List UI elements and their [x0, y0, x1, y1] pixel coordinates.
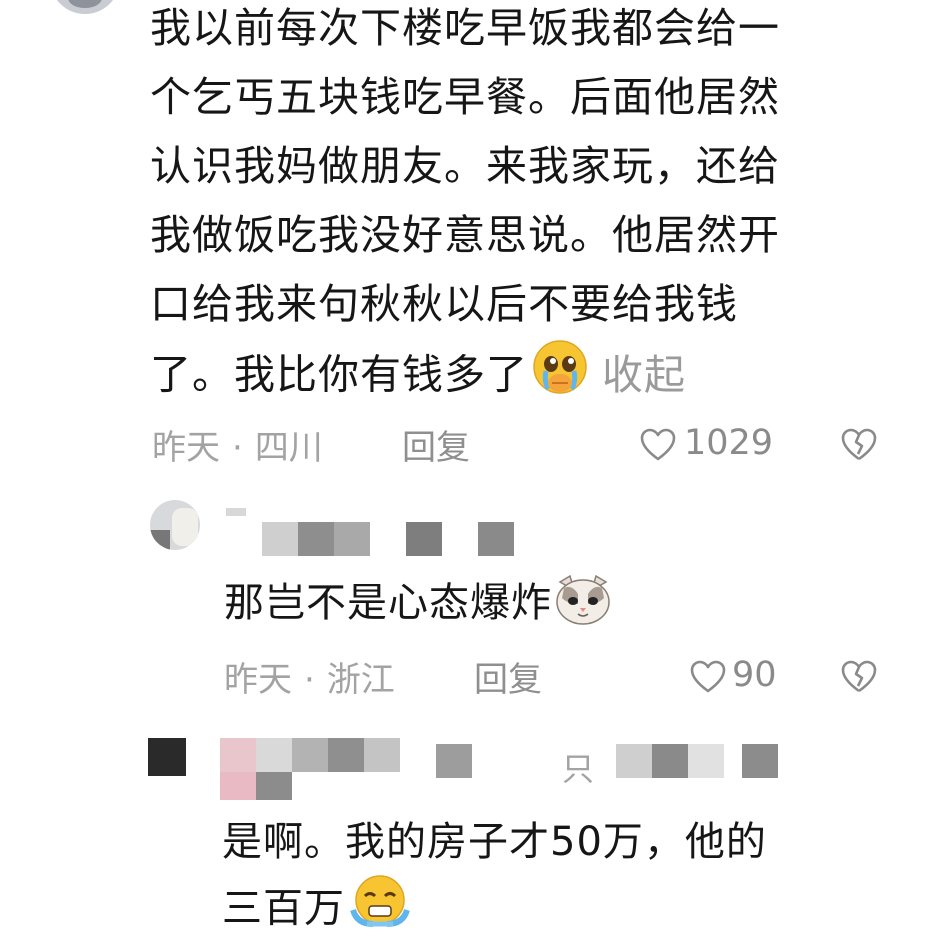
reply2-avatar[interactable]	[148, 738, 186, 776]
reply1-dislike-broken-heart-icon[interactable]	[840, 660, 878, 694]
reply1-body: 那岂不是心态爆炸	[224, 570, 612, 636]
comment-line: 口给我来句秋秋以后不要给我钱	[150, 280, 738, 328]
comment-time: 昨天	[152, 428, 220, 468]
reply1-username-pixelated[interactable]	[226, 506, 526, 556]
dislike-broken-heart-icon[interactable]	[840, 428, 878, 462]
comment-body: 我以前每次下楼吃早饭我都会给一 个乞丐五块钱吃早餐。后面他居然 认识我妈做朋友。…	[150, 0, 910, 416]
reply-button[interactable]: 回复	[402, 420, 470, 469]
reply1-location: 浙江	[326, 660, 395, 700]
reply1-avatar[interactable]	[150, 500, 200, 550]
reply2-body: 是啊。我的房子才50万，他的 三百万	[222, 810, 902, 947]
reply1-like-heart-icon[interactable]	[690, 660, 726, 694]
collapse-button[interactable]: 收起	[602, 351, 686, 399]
comment-line: 我做饭吃我没好意思说。他居然开	[150, 211, 780, 259]
reply1-like-count: 90	[732, 655, 777, 695]
reply1-text: 那岂不是心态爆炸	[224, 580, 552, 626]
comment-line: 我以前每次下楼吃早饭我都会给一	[150, 4, 780, 52]
reply2-username-pixelated[interactable]	[220, 738, 820, 802]
reply2-line: 三百万	[222, 885, 345, 932]
reply2-last-line: 三百万	[222, 874, 902, 947]
avatar-top[interactable]	[50, 0, 120, 14]
crying-pleading-emoji-icon	[532, 339, 588, 416]
comment-location: 四川	[254, 428, 323, 468]
comment-line: 了。我比你有钱多了	[150, 350, 528, 399]
reply1-time: 昨天	[224, 660, 292, 700]
comment-last-line: 了。我比你有钱多了 收起	[150, 339, 910, 416]
like-heart-icon[interactable]	[640, 428, 676, 462]
reply2-line: 是啊。我的房子才50万，他的	[222, 819, 767, 865]
cat-face-emoji-icon	[554, 574, 612, 636]
comment-line: 认识我妈做朋友。来我家玩，还给	[150, 142, 780, 190]
like-count: 1029	[684, 423, 774, 463]
comment-line: 个乞丐五块钱吃早餐。后面他居然	[150, 73, 780, 121]
crying-face-emoji-icon	[349, 874, 411, 947]
reply2-name-partial: 只	[562, 750, 595, 788]
reply1-reply-button[interactable]: 回复	[474, 652, 542, 701]
comment-meta: 昨天 · 四川	[152, 428, 323, 468]
reply1-meta: 昨天 · 浙江	[224, 660, 395, 700]
